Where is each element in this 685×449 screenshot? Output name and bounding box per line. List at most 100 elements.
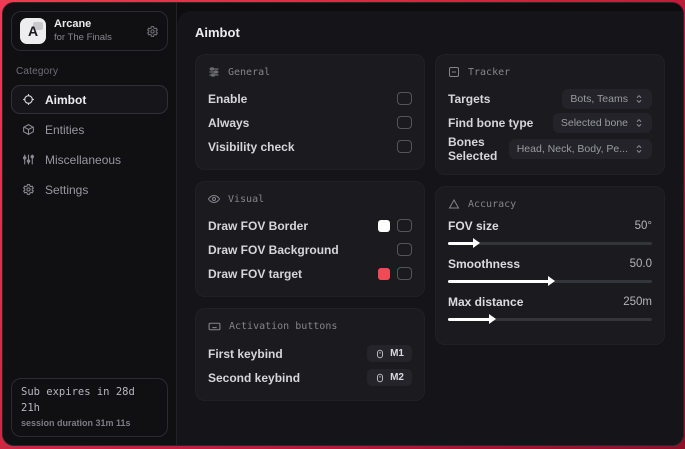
sidebar-item-aimbot[interactable]: Aimbot bbox=[11, 85, 168, 114]
gear-icon bbox=[22, 183, 35, 196]
session-duration-text: session duration 31m 11s bbox=[21, 417, 131, 428]
slider-fill bbox=[448, 238, 480, 248]
targets-dropdown[interactable]: Bots, Teams bbox=[562, 88, 652, 109]
setting-row-bones-selected: Bones Selected Head, Neck, Body, Pe... bbox=[448, 135, 652, 163]
setting-label: Enable bbox=[208, 91, 248, 106]
sidebar-item-settings[interactable]: Settings bbox=[11, 175, 168, 204]
mouse-icon bbox=[375, 373, 385, 383]
activation-buttons-card: Activation buttons First keybind M1 Seco… bbox=[195, 308, 425, 401]
sidebar-item-miscellaneous[interactable]: Miscellaneous bbox=[11, 145, 168, 174]
bones-selected-dropdown[interactable]: Head, Neck, Body, Pe... bbox=[508, 139, 652, 159]
smoothness-slider[interactable] bbox=[448, 276, 652, 286]
general-card: General Enable Always Visibility check bbox=[195, 54, 425, 170]
sidebar-item-label: Entities bbox=[45, 122, 85, 137]
enable-checkbox[interactable] bbox=[397, 92, 412, 105]
sidebar-item-label: Miscellaneous bbox=[45, 152, 122, 167]
dropdown-value: Head, Neck, Body, Pe... bbox=[516, 143, 628, 155]
slider-thumb[interactable] bbox=[472, 238, 480, 248]
setting-row-targets: Targets Bots, Teams bbox=[448, 87, 652, 110]
sidebar-item-label: Aimbot bbox=[45, 92, 87, 107]
tracker-card: Tracker Targets Bots, Teams Find bone ty… bbox=[435, 54, 665, 175]
setting-row-find-bone-type: Find bone type Selected bone bbox=[448, 111, 652, 134]
setting-label: Draw FOV Border bbox=[208, 218, 309, 233]
max-distance-slider[interactable] bbox=[448, 314, 652, 324]
setting-label: FOV size bbox=[448, 219, 499, 233]
setting-label: Bones Selected bbox=[448, 135, 498, 163]
mouse-icon bbox=[375, 349, 385, 359]
setting-row-enable: Enable bbox=[208, 87, 412, 110]
accuracy-card: Accuracy FOV size 50° Smoothness 50.0 Ma… bbox=[435, 186, 665, 345]
sidebar-item-entities[interactable]: Entities bbox=[11, 115, 168, 144]
sliders-horizontal-icon bbox=[208, 66, 220, 78]
dropdown-value: Selected bone bbox=[560, 116, 628, 129]
setting-label: Find bone type bbox=[448, 115, 534, 130]
sidebar-item-label: Settings bbox=[45, 182, 89, 197]
slider-thumb[interactable] bbox=[548, 276, 555, 286]
visual-card: Visual Draw FOV Border Draw FOV Backgrou… bbox=[195, 181, 425, 297]
setting-row-fov-background: Draw FOV Background bbox=[208, 238, 412, 261]
app-window: A Arcane for The Finals Category Aimbot … bbox=[2, 2, 684, 446]
keybind-value: M2 bbox=[390, 372, 404, 383]
fov-border-checkbox[interactable] bbox=[397, 219, 412, 232]
setting-label: First keybind bbox=[208, 346, 283, 361]
setting-label: Max distance bbox=[448, 295, 524, 309]
setting-label: Draw FOV target bbox=[208, 266, 303, 281]
category-label: Category bbox=[16, 66, 59, 77]
slider-fill bbox=[448, 276, 555, 286]
visibility-check-checkbox[interactable] bbox=[397, 140, 412, 153]
dropdown-value: Bots, Teams bbox=[570, 92, 628, 105]
fov-border-color-swatch[interactable] bbox=[378, 219, 390, 232]
fov-target-color-swatch[interactable] bbox=[378, 267, 390, 280]
logo-letter: A bbox=[27, 23, 39, 39]
slider-fill bbox=[448, 314, 496, 324]
setting-row-fov-size: FOV size 50° bbox=[448, 219, 652, 248]
chevrons-up-down-icon bbox=[634, 94, 644, 104]
right-column: Tracker Targets Bots, Teams Find bone ty… bbox=[435, 54, 665, 401]
second-keybind-button[interactable]: M2 bbox=[367, 369, 412, 386]
subscription-info: Sub expires in 28d 21h session duration … bbox=[11, 378, 168, 437]
setting-row-visibility-check: Visibility check bbox=[208, 135, 412, 158]
card-title: Visual bbox=[228, 193, 265, 205]
page-title: Aimbot bbox=[195, 25, 240, 40]
setting-label: Smoothness bbox=[448, 257, 521, 271]
setting-row-fov-border: Draw FOV Border bbox=[208, 214, 412, 237]
find-bone-type-dropdown[interactable]: Selected bone bbox=[552, 112, 652, 133]
setting-row-first-keybind: First keybind M1 bbox=[208, 342, 412, 365]
setting-row-max-distance: Max distance 250m bbox=[448, 295, 652, 324]
always-checkbox[interactable] bbox=[397, 116, 412, 129]
setting-row-smoothness: Smoothness 50.0 bbox=[448, 257, 652, 286]
fov-size-value: 50° bbox=[634, 220, 652, 232]
fov-background-checkbox[interactable] bbox=[397, 243, 412, 256]
gear-icon[interactable] bbox=[146, 25, 159, 38]
card-title: Tracker bbox=[468, 66, 511, 78]
setting-label: Second keybind bbox=[208, 370, 301, 385]
max-distance-value: 250m bbox=[623, 296, 652, 308]
desktop-background: A Arcane for The Finals Category Aimbot … bbox=[0, 0, 685, 449]
slider-thumb[interactable] bbox=[488, 314, 496, 324]
crosshair-icon bbox=[22, 93, 35, 106]
app-title: Arcane bbox=[54, 18, 92, 31]
chevrons-up-down-icon bbox=[634, 118, 644, 128]
triangle-icon bbox=[448, 198, 460, 210]
setting-row-second-keybind: Second keybind M2 bbox=[208, 366, 412, 389]
eye-icon bbox=[208, 193, 220, 205]
keyboard-icon bbox=[208, 320, 221, 333]
square-minus-icon bbox=[448, 66, 460, 78]
keybind-value: M1 bbox=[390, 348, 404, 359]
card-title: Activation buttons bbox=[229, 321, 338, 332]
setting-row-fov-target: Draw FOV target bbox=[208, 262, 412, 285]
chevrons-up-down-icon bbox=[634, 144, 644, 154]
cube-icon bbox=[22, 123, 35, 136]
card-title: Accuracy bbox=[468, 198, 517, 210]
first-keybind-button[interactable]: M1 bbox=[367, 345, 412, 362]
left-column: General Enable Always Visibility check V… bbox=[195, 54, 425, 401]
sliders-icon bbox=[22, 153, 35, 166]
setting-row-always: Always bbox=[208, 111, 412, 134]
card-title: General bbox=[228, 66, 271, 78]
sub-expiry-text: Sub expires in 28d 21h bbox=[21, 386, 135, 414]
setting-label: Always bbox=[208, 115, 250, 130]
fov-size-slider[interactable] bbox=[448, 238, 652, 248]
setting-label: Visibility check bbox=[208, 139, 295, 154]
fov-target-checkbox[interactable] bbox=[397, 267, 412, 280]
smoothness-value: 50.0 bbox=[629, 258, 652, 270]
